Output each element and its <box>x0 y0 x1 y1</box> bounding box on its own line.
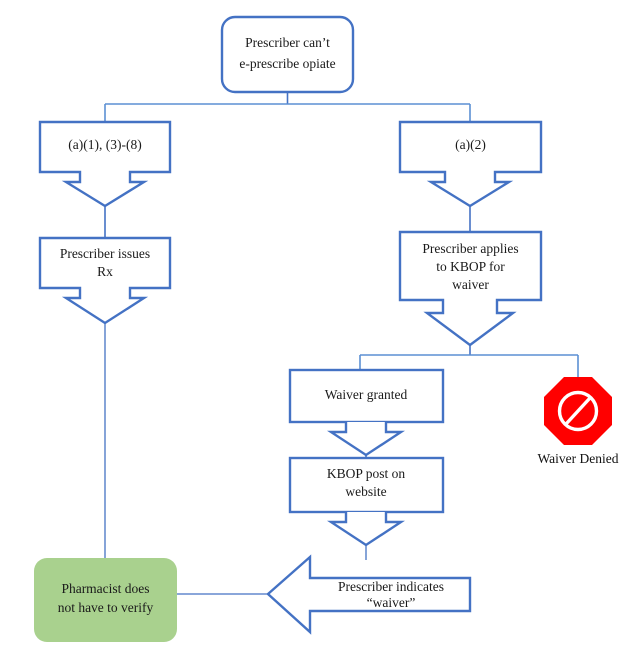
node-label-line1: Pharmacist does <box>61 581 149 596</box>
node-label-line2: “waiver” <box>367 595 416 610</box>
node-branch-left[interactable]: (a)(1), (3)-(8) <box>38 120 172 208</box>
node-label-waiver-granted: Waiver granted <box>325 387 408 402</box>
node-prescriber-indicates-waiver[interactable]: Prescriber indicates “waiver” <box>266 554 472 635</box>
node-label-line2: Rx <box>97 264 113 279</box>
node-label-line1: Prescriber applies <box>422 241 518 256</box>
node-label-line2: e-prescribe opiate <box>239 56 335 71</box>
prohibition-octagon-icon <box>544 377 612 445</box>
node-label-branch-right: (a)(2) <box>455 137 486 152</box>
node-label-branch-left: (a)(1), (3)-(8) <box>68 137 141 152</box>
node-label-line2: website <box>345 484 386 499</box>
node-label-line3: waiver <box>452 277 489 292</box>
node-shape-arrow <box>326 512 406 547</box>
node-label-line2: to KBOP for <box>436 259 505 274</box>
node-label-line1: KBOP post on <box>327 466 406 481</box>
node-label-line2: not have to verify <box>58 600 154 615</box>
node-label-line1: Prescriber indicates <box>338 579 444 594</box>
node-prescriber-cant-eprescribe[interactable]: Prescriber can’t e-prescribe opiate <box>220 15 355 94</box>
node-shape-box-with-arrow <box>38 120 172 208</box>
node-branch-right[interactable]: (a)(2) <box>398 120 543 208</box>
node-waiver-granted[interactable]: Waiver granted <box>288 368 445 457</box>
node-pharmacist-no-verify[interactable]: Pharmacist does not have to verify <box>34 558 177 642</box>
flowchart-canvas: Prescriber can’t e-prescribe opiate (a)(… <box>0 0 640 663</box>
node-kbop-post-website[interactable]: KBOP post on website <box>288 456 445 547</box>
node-shape-arrow <box>326 422 406 457</box>
node-prescriber-issues-rx[interactable]: Prescriber issues Rx <box>38 236 172 325</box>
node-shape-rounded <box>220 15 355 94</box>
node-prescriber-applies-kbop[interactable]: Prescriber applies to KBOP for waiver <box>398 230 543 347</box>
node-label-line1: Prescriber issues <box>60 246 150 261</box>
node-shape-box-with-arrow <box>398 120 543 208</box>
node-label-line1: Prescriber can’t <box>245 35 330 50</box>
caption-waiver-denied: Waiver Denied <box>538 451 619 466</box>
